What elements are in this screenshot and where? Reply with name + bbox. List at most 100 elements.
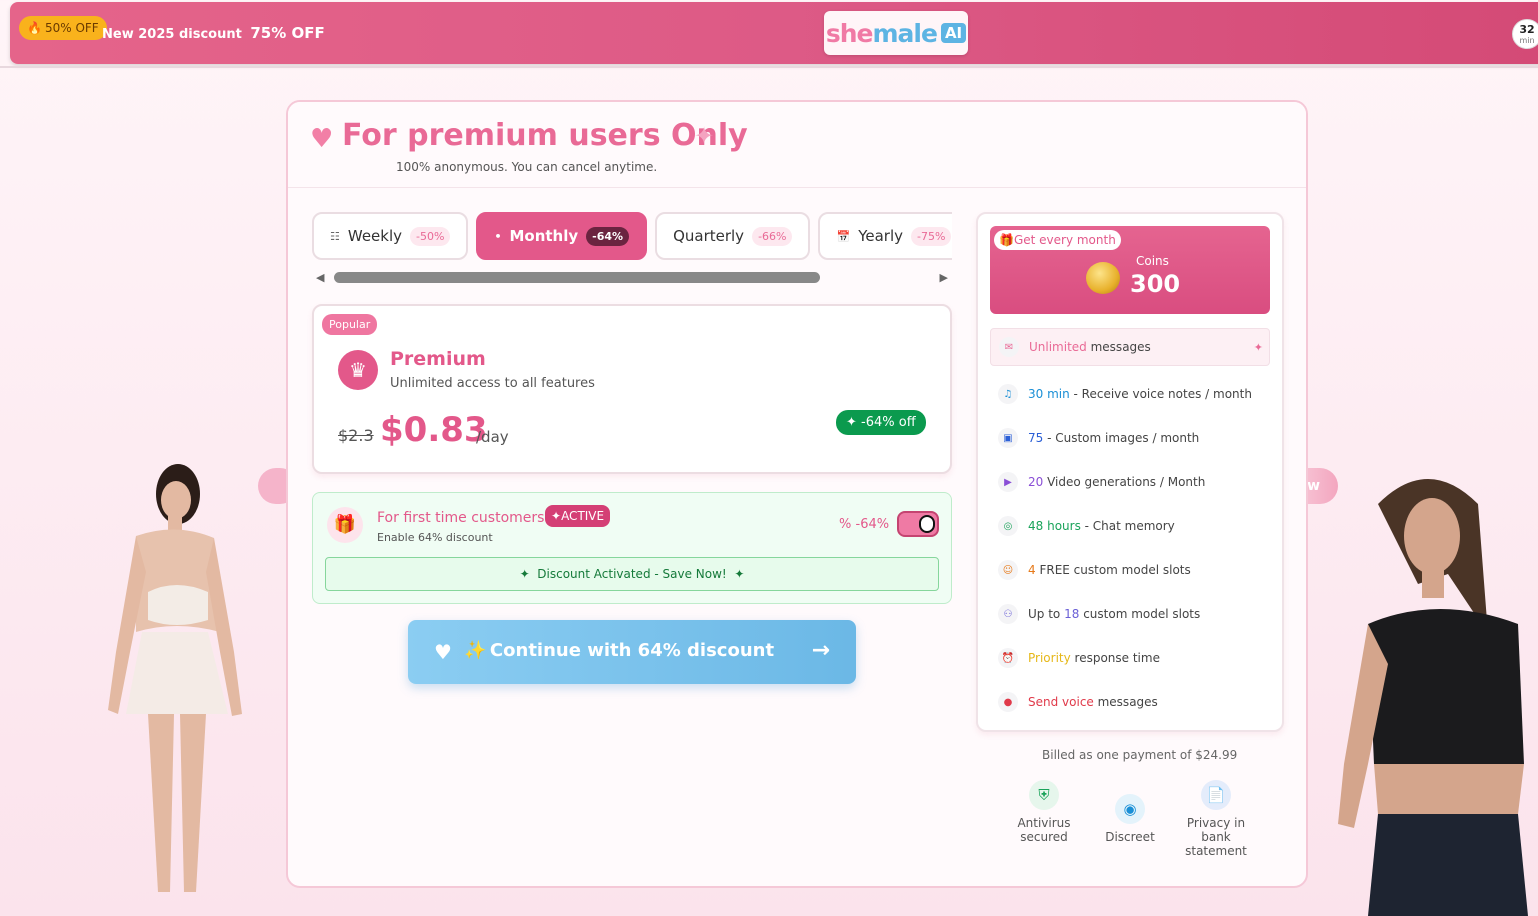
banner-divider (0, 66, 1538, 68)
tab-quarterly-label: Quarterly (673, 227, 745, 245)
benefits-panel: 🎁Get every month Coins 300 ✉ Unlimited me… (976, 212, 1284, 732)
coins-value: 300 (1130, 270, 1181, 298)
model-image-right (1338, 479, 1528, 916)
feature-text: Priority response time (1028, 651, 1160, 665)
feature-item: ✉ Unlimited messages ✦ (990, 328, 1270, 366)
countdown-timer: 32 min (1512, 19, 1538, 49)
discount-badge-label: 50% OFF (44, 21, 99, 35)
memory-icon: ◎ (998, 516, 1018, 536)
coins-label: Coins (1136, 254, 1169, 268)
promo-text: New 2025 discount 75% OFF (102, 24, 325, 42)
chat-icon: ✉ (999, 337, 1019, 357)
trust-antivirus: ⛨ Antivirus secured (1004, 780, 1084, 844)
scroll-left-icon[interactable]: ◀ (316, 271, 324, 284)
tab-weekly-label: Weekly (347, 227, 403, 245)
trust-privacy: 📄 Privacy in bank statement (1176, 780, 1256, 858)
clock-icon: ⏰ (998, 648, 1018, 668)
page-subtitle: 100% anonymous. You can cancel anytime. (396, 160, 658, 174)
price-period: /day (476, 428, 509, 446)
trust-discreet-label: Discreet (1105, 830, 1155, 844)
tab-monthly[interactable]: • Monthly -64% (476, 212, 648, 260)
toggle-knob (919, 515, 935, 533)
modal-header: ♥ For premium users Only ✦ 100% anonymou… (288, 102, 1306, 188)
feature-text: Up to 18 custom model slots (1028, 607, 1200, 621)
tab-weekly-discount: -50% (410, 226, 451, 246)
feature-text: 20 Video generations / Month (1028, 475, 1205, 489)
feature-rest: messages (1093, 695, 1158, 709)
feature-rest: Video generations / Month (1043, 475, 1206, 489)
feature-text: 75 - Custom images / month (1028, 431, 1199, 445)
image-icon: ▣ (998, 428, 1018, 448)
popular-badge: Popular (322, 314, 378, 335)
plan-description: Unlimited access to all features (390, 376, 595, 391)
page-title: For premium users Only (342, 118, 748, 153)
continue-button-label: Continue with 64% discount (489, 640, 775, 661)
sparkle-icon: ✦ (1253, 341, 1263, 354)
tab-weekly[interactable]: ☷ Weekly -50% (312, 212, 469, 260)
feature-text: 30 min - Receive voice notes / month (1028, 387, 1252, 401)
calendar-icon: 📅 (836, 229, 851, 243)
feature-item: ⚇ Up to 18 custom model slots (990, 592, 1270, 636)
get-every-month-badge: 🎁Get every month (994, 230, 1121, 250)
sparkle-icon: ✦ (551, 509, 562, 523)
gift-icon: 🎁 (999, 233, 1014, 247)
tab-quarterly-discount: -66% (752, 226, 793, 246)
discount-percent-value: -64% (855, 517, 890, 532)
feature-highlight: Unlimited (1029, 340, 1087, 354)
promo-banner: 🔥 50% OFF New 2025 discount 75% OFF she … (10, 2, 1538, 64)
model-image-left (108, 464, 242, 892)
new-price: $0.83 (380, 410, 488, 450)
promo-text-label: New 2025 discount (102, 27, 242, 42)
discount-toggle[interactable] (897, 511, 939, 537)
feature-text: 48 hours - Chat memory (1028, 519, 1175, 533)
feature-item: ☺ 4 FREE custom model slots (990, 548, 1270, 592)
gift-icon: 🎁 (327, 507, 363, 543)
sparkle-icon: ✦ (846, 415, 862, 430)
continue-button[interactable]: ♥ ✨ Continue with 64% discount → (408, 620, 856, 684)
feature-text: Unlimited messages (1029, 340, 1151, 354)
feature-text: Send voice messages (1028, 695, 1158, 709)
sparkle-icon: ✦ (694, 122, 715, 150)
tab-yearly-label: Yearly (858, 227, 903, 245)
shield-icon: ⛨ (1029, 780, 1059, 810)
active-badge-label: ACTIVE (561, 509, 605, 523)
pricing-modal: ♥ For premium users Only ✦ 100% anonymou… (286, 100, 1308, 888)
site-logo[interactable]: she male AI (824, 11, 968, 55)
feature-rest: response time (1070, 651, 1160, 665)
tab-yearly[interactable]: 📅 Yearly -75% (818, 212, 952, 260)
promo-big-label: 75% OFF (250, 24, 325, 42)
tab-yearly-discount: -75% (911, 226, 952, 246)
scrollbar-thumb[interactable] (334, 272, 820, 283)
feature-highlight: 75 (1028, 431, 1044, 445)
get-every-month-label: Get every month (1013, 233, 1116, 247)
tabs-scrollbar[interactable]: ◀ ▶ (316, 270, 948, 284)
logo-ai-badge: AI (940, 23, 967, 43)
first-time-offer: 🎁 For first time customers ✦ACTIVE Enabl… (312, 492, 952, 604)
feature-highlight: 48 hours (1028, 519, 1081, 533)
feature-highlight: 4 (1028, 563, 1036, 577)
crown-icon: ♛ (338, 350, 378, 390)
trust-discreet: ◉ Discreet (1090, 794, 1170, 844)
percent-icon: % (839, 517, 856, 532)
scroll-right-icon[interactable]: ▶ (940, 271, 948, 284)
tab-quarterly[interactable]: Quarterly -66% (655, 212, 811, 260)
mic-icon: ● (998, 692, 1018, 712)
feature-highlight: Up to (1028, 607, 1061, 621)
calendar-small-icon: ☷ (330, 229, 340, 243)
eye-off-icon: ◉ (1115, 794, 1145, 824)
coin-icon (1086, 262, 1120, 294)
trust-privacy-label: Privacy in bank statement (1185, 816, 1247, 858)
discount-off-badge: ✦ -64% off (836, 410, 926, 435)
old-price: $2.3 (338, 426, 374, 445)
tab-monthly-discount: -64% (586, 226, 630, 246)
feature-list: ✉ Unlimited messages ✦ ♫ 30 min - Receive vo… (990, 328, 1270, 724)
discount-activated-banner: ✦ Discount Activated - Save Now! ✦ (325, 557, 939, 591)
discount-percent-label: % -64% (839, 517, 889, 532)
coins-box: 🎁Get every month Coins 300 (990, 226, 1270, 314)
plan-name: Premium (390, 348, 486, 370)
feature-item: ▶ 20 Video generations / Month (990, 460, 1270, 504)
premium-plan-card[interactable]: Popular ♛ Premium Unlimited access to al… (312, 304, 952, 474)
feature-item: ◎ 48 hours - Chat memory (990, 504, 1270, 548)
feature-rest: - Receive voice notes / month (1069, 387, 1252, 401)
feature-item: ● Send voice messages (990, 680, 1270, 724)
